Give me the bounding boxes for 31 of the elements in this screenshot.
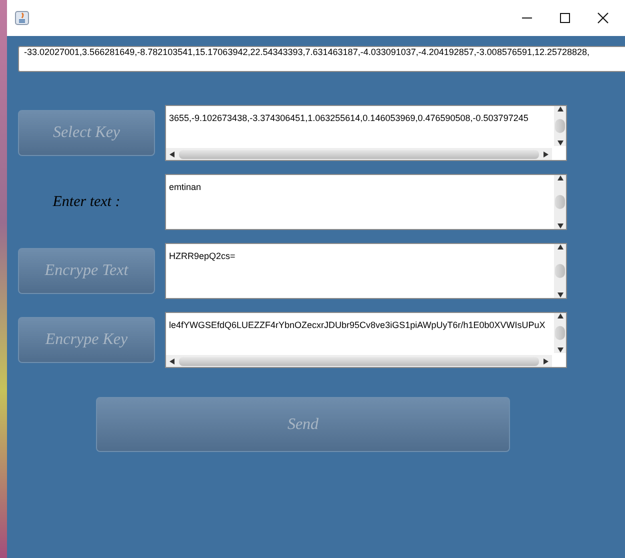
scroll-up-icon[interactable] <box>556 175 564 181</box>
text-area[interactable]: 3655,-9.102673438,-3.374306451,1.063255614,0.146053969,0.476590508,-0.503797245 <box>165 105 567 161</box>
text-area[interactable]: emtinan <box>165 174 567 230</box>
scroll-up-icon[interactable] <box>556 106 564 112</box>
scroll-down-icon[interactable] <box>556 292 564 298</box>
app-icon <box>15 11 29 25</box>
horizontal-scrollbar[interactable] <box>166 148 552 160</box>
scroll-right-icon[interactable] <box>543 358 549 364</box>
field-text: 3655,-9.102673438,-3.374306451,1.063255614,0.146053969,0.476590508,-0.503797245 <box>169 113 528 124</box>
field-text: le4fYWGSEfdQ6LUEZZF4rYbnOZecxrJDUbr95Cv8ve3iGS1piAWpUyT6r/h1E0b0XVWIsUPuX <box>169 320 546 331</box>
scroll-right-icon[interactable] <box>543 150 549 158</box>
horizontal-scrollbar[interactable] <box>166 355 552 367</box>
vertical-scrollbar[interactable] <box>554 313 566 353</box>
scroll-down-icon[interactable] <box>556 223 564 229</box>
text-area[interactable]: HZRR9epQ2cs= <box>165 243 567 299</box>
vertical-scrollbar[interactable] <box>554 106 566 146</box>
scroll-left-icon[interactable] <box>169 150 175 158</box>
field-text: emtinan <box>169 182 202 193</box>
field-label: Enter text : <box>52 194 122 210</box>
vertical-scrollbar[interactable] <box>554 175 566 229</box>
key-values-field[interactable]: -33.02027001,3.566281649,-8.782103541,15.17063942,22.54343393,7.631463187,-4.033091037,-4.204192857,-3.008576591,12.25728828, <box>18 46 625 72</box>
field-text: HZRR9epQ2cs= <box>169 251 236 262</box>
scroll-up-icon[interactable] <box>556 313 564 319</box>
scroll-left-icon[interactable] <box>169 358 175 364</box>
scroll-down-icon[interactable] <box>556 140 564 146</box>
vertical-scrollbar[interactable] <box>554 244 566 298</box>
scroll-up-icon[interactable] <box>556 244 564 250</box>
text-area[interactable]: le4fYWGSEfdQ6LUEZZF4rYbnOZecxrJDUbr95Cv8ve3iGS1piAWpUyT6r/h1E0b0XVWIsUPuX <box>165 312 567 368</box>
close-icon[interactable] <box>597 12 609 24</box>
scroll-down-icon[interactable] <box>556 347 564 353</box>
maximize-icon[interactable] <box>559 12 571 24</box>
